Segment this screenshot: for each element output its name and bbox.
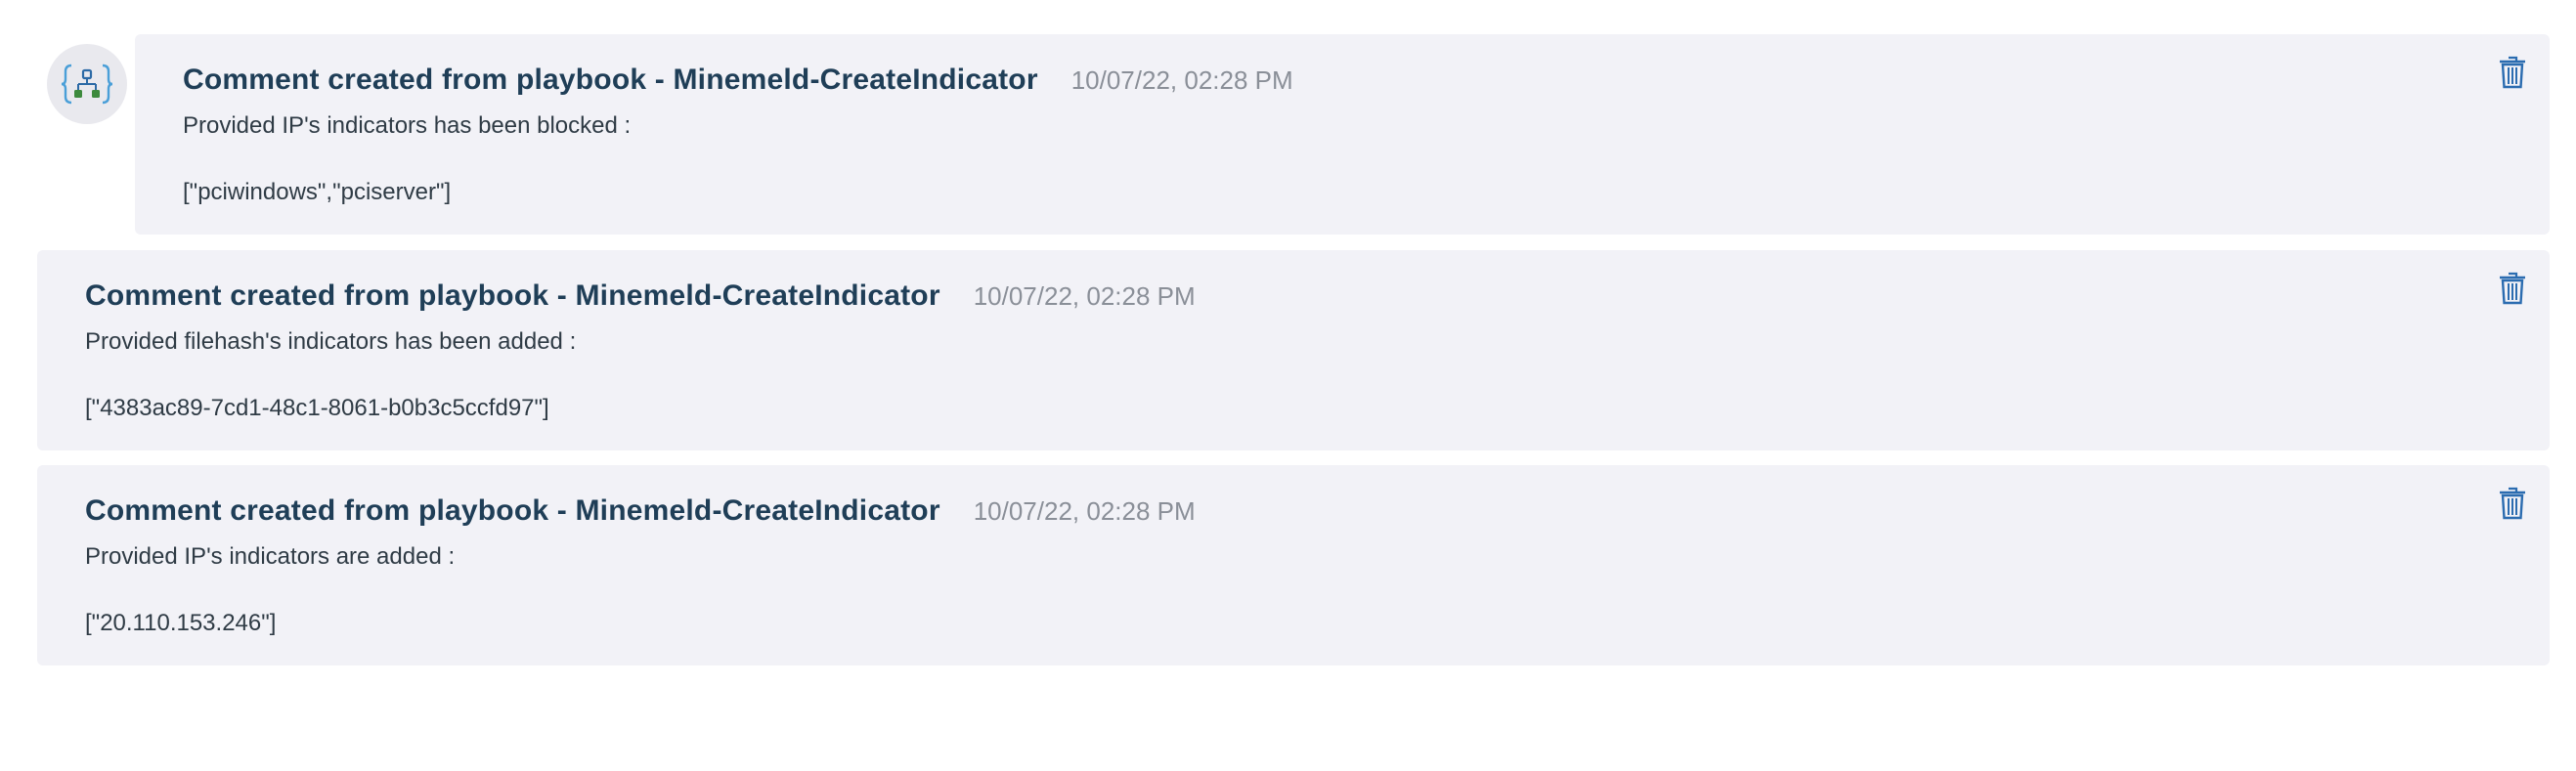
delete-comment-button[interactable] (2493, 483, 2532, 524)
comments-feed: Comment created from playbook - Minemeld… (0, 0, 2576, 771)
comment-card: Comment created from playbook - Minemeld… (135, 34, 2550, 235)
comment-header: Comment created from playbook - Minemeld… (85, 494, 2432, 528)
comment-header: Comment created from playbook - Minemeld… (183, 64, 2432, 97)
trash-icon (2500, 272, 2525, 305)
comment-message: Provided IP's indicators has been blocke… (183, 112, 632, 139)
comment-title: Comment created from playbook - Minemeld… (85, 494, 940, 527)
comment-timestamp: 10/07/22, 02:28 PM (973, 496, 1196, 526)
comment-card: Comment created from playbook - Minemeld… (37, 250, 2550, 450)
comment-timestamp: 10/07/22, 02:28 PM (973, 281, 1196, 311)
playbook-avatar (47, 44, 127, 124)
comment-message: Provided IP's indicators are added : (85, 543, 456, 570)
trash-icon (2500, 56, 2525, 89)
playbook-workflow-icon (62, 64, 112, 105)
comment-header: Comment created from playbook - Minemeld… (85, 279, 2432, 313)
comment-title: Comment created from playbook - Minemeld… (85, 279, 940, 312)
trash-icon (2500, 487, 2525, 520)
comment-message: Provided filehash's indicators has been … (85, 328, 577, 355)
comment-timestamp: 10/07/22, 02:28 PM (1070, 65, 1293, 95)
comment-card: Comment created from playbook - Minemeld… (37, 465, 2550, 665)
delete-comment-button[interactable] (2493, 52, 2532, 93)
comment-payload: ["4383ac89-7cd1-48c1-8061-b0b3c5ccfd97"] (85, 395, 549, 421)
comment-payload: ["pciwindows","pciserver"] (183, 179, 452, 205)
delete-comment-button[interactable] (2493, 268, 2532, 309)
comment-payload: ["20.110.153.246"] (85, 610, 277, 636)
comment-title: Comment created from playbook - Minemeld… (183, 64, 1038, 96)
